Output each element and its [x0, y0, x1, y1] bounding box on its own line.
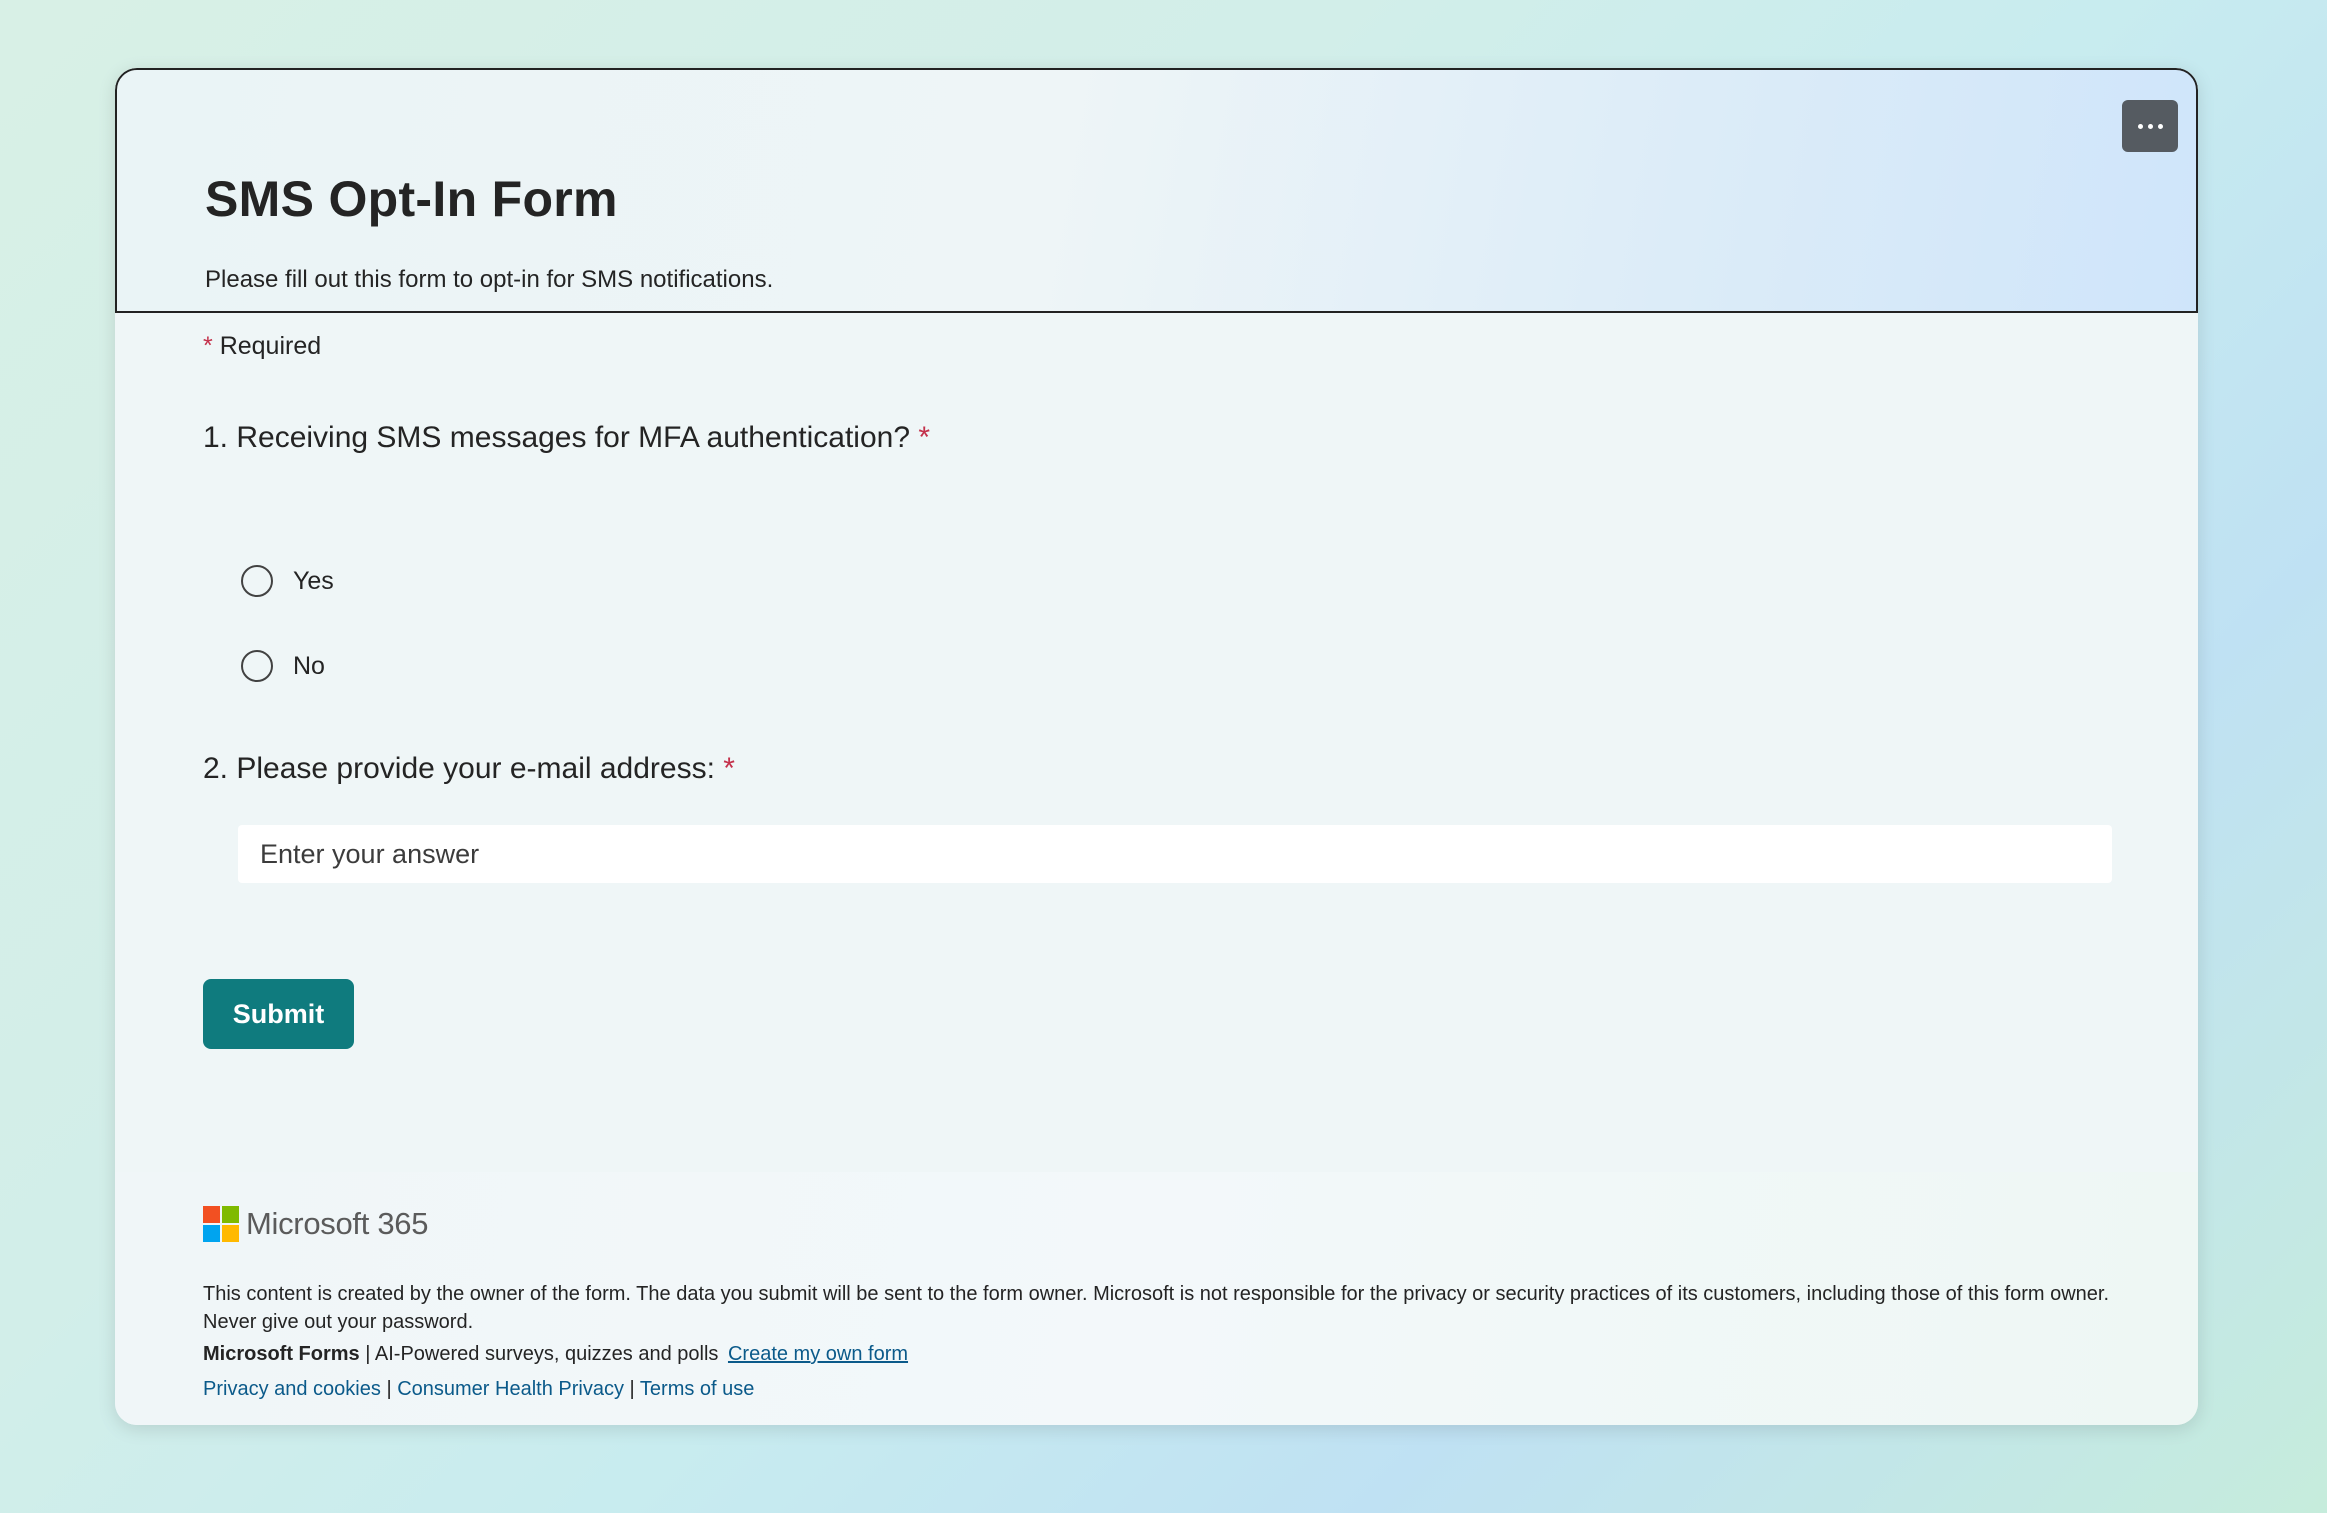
health-privacy-link[interactable]: Consumer Health Privacy: [397, 1378, 624, 1400]
brand-name: Microsoft 365: [246, 1206, 429, 1241]
radio-label-yes: Yes: [293, 566, 334, 595]
radio-button[interactable]: [241, 650, 273, 682]
submit-button[interactable]: Submit: [203, 979, 354, 1049]
question-1-label: 1. Receiving SMS messages for MFA authen…: [203, 421, 931, 454]
radio-option-no[interactable]: No: [241, 650, 325, 682]
required-star: *: [918, 421, 931, 454]
footer-disclaimer: This content is created by the owner of …: [203, 1283, 2110, 1333]
form-card: SMS Opt-In Form Please fill out this for…: [115, 68, 2198, 1425]
form-description: Please fill out this form to opt-in for …: [205, 266, 774, 293]
required-star: *: [203, 332, 213, 360]
more-horizontal-icon: [2137, 123, 2143, 129]
required-star: *: [723, 752, 735, 785]
radio-button[interactable]: [241, 565, 273, 597]
product-name: Microsoft Forms: [203, 1343, 360, 1365]
terms-link[interactable]: Terms of use: [640, 1378, 754, 1400]
form-header: SMS Opt-In Form Please fill out this for…: [115, 68, 2198, 313]
more-options-button[interactable]: [2122, 100, 2178, 152]
form-title: SMS Opt-In Form: [205, 171, 618, 227]
tagline: AI-Powered surveys, quizzes and polls: [374, 1343, 719, 1365]
footer-links: Privacy and cookies | Consumer Health Pr…: [203, 1378, 755, 1400]
footer: Microsoft 365 This content is created by…: [115, 1172, 2198, 1425]
required-note: * Required: [203, 332, 321, 361]
microsoft-logo-icon: [203, 1206, 239, 1242]
create-form-link[interactable]: Create my own form: [728, 1343, 908, 1365]
privacy-link[interactable]: Privacy and cookies: [203, 1378, 381, 1400]
forms-tagline: Microsoft Forms | AI-Powered surveys, qu…: [203, 1343, 909, 1365]
radio-label-no: No: [293, 651, 325, 680]
radio-option-yes[interactable]: Yes: [241, 565, 334, 597]
question-2-label: 2. Please provide your e-mail address: *: [203, 752, 735, 785]
required-label: Required: [219, 332, 322, 360]
email-answer-input[interactable]: [238, 825, 2112, 883]
